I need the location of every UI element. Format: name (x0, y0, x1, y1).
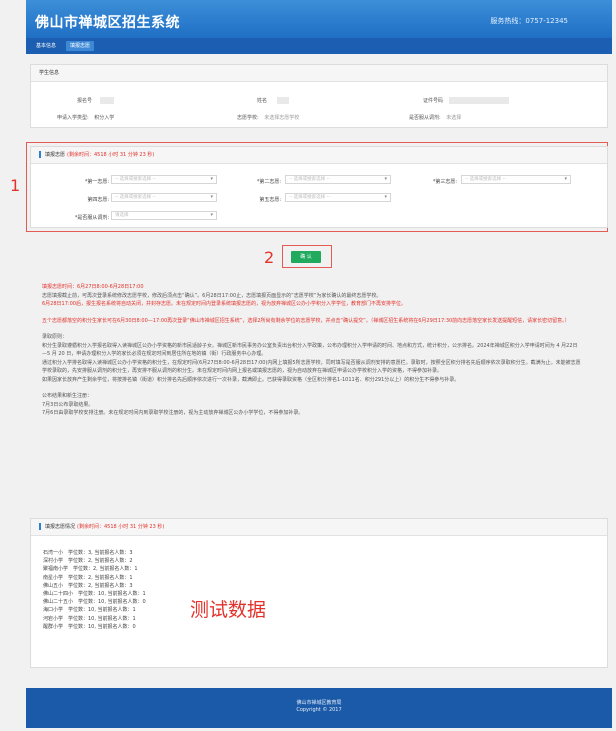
result-s1: 7月3日公布录取结果。 (42, 401, 94, 408)
wish-panel: 填报志愿 (剩余时间：4518 小时 31 分钟 23 秒) *第一志愿: -- … (30, 146, 608, 228)
list-item: 佛山五小 学位数：2, 当前报名人数：3 (43, 582, 133, 589)
adjust-value: 未选择 (446, 115, 462, 121)
student-section-title: 学生信息 (39, 70, 60, 76)
footer-org: 佛山市禅城区教育局 (296, 700, 342, 706)
obey-adjust-select[interactable]: 请选择 ▾ (111, 211, 217, 220)
notice-p1: 志愿填报截止前，可再次登录系统修改志愿学校，修改后须点击“确认”。6月28日17… (42, 292, 382, 299)
school-row: 志愿学校: 未选择志愿学校 (237, 114, 299, 121)
third-wish-label: *第三志愿: (432, 179, 457, 185)
service-hotline: 服务热线：0757-12345 (490, 17, 568, 25)
name-masked (276, 97, 289, 104)
third-wish-select[interactable]: -- 选择或搜索选择 -- ▾ (461, 175, 571, 184)
annotation-number-1: 1 (10, 176, 21, 195)
school-label: 志愿学校: (237, 115, 259, 121)
reg-no-row: 报名号 (77, 97, 114, 104)
adjust-label: 是否服从调剂: (409, 115, 441, 121)
fifth-wish-label: 第五志愿: (259, 197, 281, 203)
school-list: 石湾一小 学位数：3, 当前报名人数：3 深村小学 学位数：2, 当前报名人数：… (43, 549, 146, 631)
test-data-label: 测试数据 (190, 599, 267, 621)
status-section-title: 填报志愿情况 (45, 524, 76, 530)
reg-no-masked (99, 97, 114, 104)
rule-p3: 如果因家长放弃产生剩余学位，将按排名镇（街道）积分排名先后顺序依次进行一次补录，… (42, 376, 460, 383)
annotation-number-2: 2 (264, 248, 275, 267)
wish-panel-title: 填报志愿 (剩余时间：4518 小时 31 分钟 23 秒) (31, 147, 607, 164)
list-item: 河宕小学 学位数：10, 当前报名人数：1 (43, 615, 136, 622)
name-label: 姓名 (257, 98, 268, 104)
rule-title: 录取原则： (42, 334, 68, 340)
adjust-row: 是否服从调剂: 未选择 (409, 114, 461, 121)
list-item: 石湾一小 学位数：3, 当前报名人数：3 (43, 550, 133, 556)
status-panel-title: 填报志愿情况 (剩余时间：4518 小时 31 分钟 23 秒) (31, 519, 607, 536)
reg-no-label: 报名号 (77, 98, 93, 104)
notice-p2: 6月28日17:00后，报生报名系统将自动关闭，并封存志愿。未在规定时间内登录系… (42, 301, 406, 307)
fill-time-title: 填报志愿时间：6月27日8:00-6月28日17:00 (42, 284, 144, 290)
list-item: 醒群小学 学位数：10, 当前报名人数：0 (43, 623, 136, 630)
chevron-down-icon: ▾ (210, 194, 213, 200)
chevron-down-icon: ▾ (564, 176, 567, 182)
tab-fill-wish[interactable]: 填报志愿 (66, 41, 95, 51)
type-label: 申请入学类型: (57, 115, 89, 121)
student-info-panel: 学生信息 报名号 姓名 证件号码 申请入学类型: 积分入学 志愿学校: 未选择志… (30, 64, 608, 128)
status-remaining-time: (剩余时间：4518 小时 31 分钟 23 秒) (77, 524, 165, 530)
fifth-wish-select[interactable]: -- 选择或搜索选择 -- ▾ (285, 193, 391, 202)
second-wish-select[interactable]: -- 选择或搜索选择 -- ▾ (285, 175, 391, 184)
first-wish-select[interactable]: -- 选择或搜索选择 -- ▾ (111, 175, 217, 184)
app-header: 佛山市禅城区招生系统 服务热线：0757-12345 (26, 0, 612, 38)
footer-copyright: Copyright © 2017 (296, 707, 342, 713)
list-item: 深村小学 学位数：2, 当前报名人数：2 (43, 558, 133, 565)
type-value: 积分入学 (94, 115, 115, 121)
confirm-button[interactable]: 确 认 (291, 251, 321, 263)
id-masked (448, 97, 509, 104)
notice-block: 填报志愿时间：6月27日8:00-6月28日17:00 志愿填报截止前，可再次登… (42, 283, 582, 418)
result-s2: 7月6日由录取学校安排注册。未在规定时间内到录取学校注册的，视为主动放弃禅城区公… (42, 410, 304, 416)
wish-section-title: 填报志愿 (45, 152, 66, 158)
accent-bar (39, 523, 41, 530)
fourth-wish-select[interactable]: -- 选择或搜索选择 -- ▾ (111, 193, 217, 202)
list-item: 佛山二十五小 学位数：10, 当前报名人数：0 (43, 599, 146, 606)
annotation-box-2: 确 认 (282, 245, 332, 268)
rule-p1: 积分生录取遵循积分入学报名取得入读禅城区公办小学资格的新市民适龄子女。禅城区新市… (42, 342, 578, 358)
id-row: 证件号码 (423, 97, 509, 104)
fourth-wish-label: 第四志愿: (87, 197, 109, 203)
chevron-down-icon: ▾ (210, 176, 213, 182)
list-item: 南星小学 学位数：2, 当前报名人数：1 (43, 574, 133, 581)
nav-bar: 基本信息 填报志愿 (26, 38, 612, 54)
wish-status-panel: 填报志愿情况 (剩余时间：4518 小时 31 分钟 23 秒) 石湾一小 学位数… (30, 518, 608, 668)
chevron-down-icon: ▾ (384, 194, 387, 200)
chevron-down-icon: ▾ (384, 176, 387, 182)
accent-bar (39, 151, 41, 158)
chevron-down-icon: ▾ (210, 212, 213, 218)
obey-adjust-label: *是否服从调剂: (74, 215, 109, 221)
tab-basic-info[interactable]: 基本信息 (32, 41, 60, 51)
result-title: 公布结果和新生注册： (42, 393, 93, 399)
first-wish-label: *第一志愿: (84, 179, 109, 185)
name-row: 姓名 (257, 97, 289, 104)
list-item: 海口小学 学位数：10, 当前报名人数：1 (43, 607, 136, 614)
school-value: 未选择志愿学校 (264, 115, 300, 121)
panel-title: 学生信息 (31, 65, 607, 82)
footer: 佛山市禅城区教育局 Copyright © 2017 (26, 688, 612, 728)
app-title: 佛山市禅城区招生系统 (35, 15, 180, 31)
id-label: 证件号码 (423, 98, 444, 104)
wish-remaining-time: (剩余时间：4518 小时 31 分钟 23 秒) (67, 152, 155, 158)
rule-p2: 通过积分入学排名取得入读禅城区公办小学资格的积分生，在规定时间(6月27日8:0… (42, 359, 581, 375)
notice-p3: 五个志愿都落空的积分生家长可在6月30日8:00—17:00再次登录“佛山市禅城… (42, 317, 570, 324)
second-wish-label: *第二志愿: (256, 179, 281, 185)
list-item: 佛山二十四小 学位数：10, 当前报名人数：1 (43, 591, 146, 598)
list-item: 聚福南小学 学位数：2, 当前报名人数：1 (43, 566, 138, 573)
type-row: 申请入学类型: 积分入学 (57, 114, 114, 121)
